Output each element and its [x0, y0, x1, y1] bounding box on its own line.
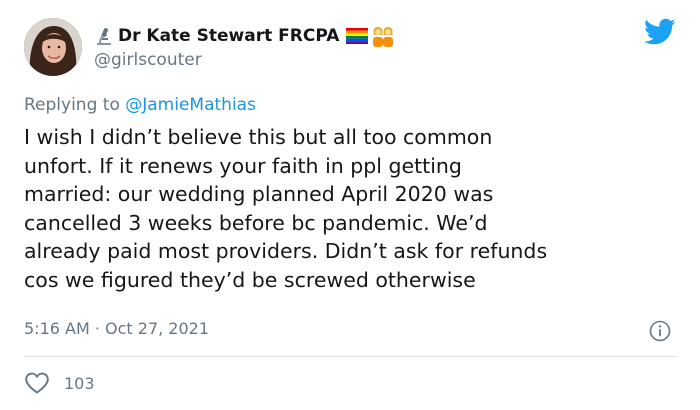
reply-mention-link[interactable]: @JamieMathias: [125, 95, 256, 115]
tweet-text-line: cos we figured they’d be screwed otherwi…: [24, 267, 476, 292]
avatar-image: [24, 18, 82, 76]
info-icon[interactable]: [649, 320, 671, 342]
tweet-text-line: unfort. If it renews your faith in ppl g…: [24, 153, 462, 178]
like-count: 103: [64, 373, 95, 393]
divider: [24, 356, 677, 357]
rainbow-flag-icon: [346, 28, 369, 44]
author-handle[interactable]: @girlscouter: [94, 50, 202, 70]
tweet-timestamp[interactable]: 5:16 AM · Oct 27, 2021: [24, 319, 209, 338]
replying-to-line: Replying to @JamieMathias: [24, 95, 256, 115]
tweet-text-line: married: our wedding planned April 2020 …: [24, 182, 494, 206]
microscope-icon: [94, 26, 114, 46]
tweet-text-line: I wish I didn’t believe this but all too…: [24, 125, 493, 149]
tweet-text: I wish I didn’t believe this but all too…: [24, 123, 684, 294]
heart-icon: [24, 371, 50, 395]
two-women-icon: [371, 25, 395, 47]
tweet-text-line: cancelled 3 weeks before bc pandemic. We…: [24, 210, 488, 235]
twitter-bird-icon[interactable]: [644, 18, 676, 46]
replying-to-prefix: Replying to: [24, 95, 120, 115]
avatar[interactable]: [24, 18, 82, 76]
author-display-name: Dr Kate Stewart FRCPA: [118, 26, 340, 46]
tweet-card: Dr Kate Stewart FRCPA @girlscouter Reply…: [0, 0, 700, 410]
tweet-text-line: already paid most providers. Didn’t ask …: [24, 239, 548, 263]
like-button[interactable]: 103: [24, 369, 95, 397]
author-name-row[interactable]: Dr Kate Stewart FRCPA: [94, 24, 395, 48]
